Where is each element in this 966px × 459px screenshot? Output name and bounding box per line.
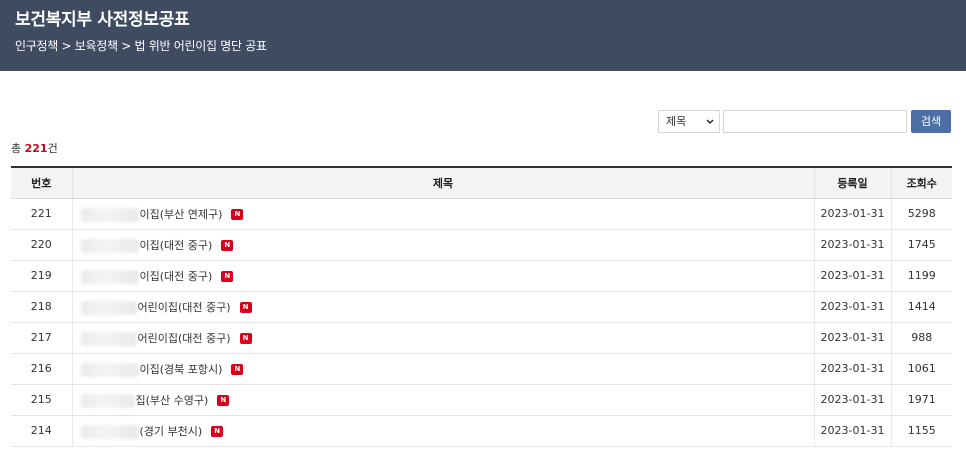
new-badge: N [231,364,244,375]
row-views: 1745 [890,229,952,261]
row-number: 219 [11,260,72,292]
column-header-title: 제목 [71,167,814,199]
row-title-link[interactable]: 이집(대전 중구) [140,239,213,252]
column-header-date: 등록일 [813,167,891,199]
total-prefix: 총 [11,142,22,155]
row-date: 2023-01-31 [813,229,891,261]
row-number: 215 [11,384,72,416]
row-title-link[interactable]: 집(부산 수영구) [136,394,209,407]
row-title-link[interactable]: (경기 부천시) [140,425,203,438]
row-number: 216 [11,353,72,385]
row-date: 2023-01-31 [813,291,891,323]
row-title-cell[interactable]: 어린이집(대전 중구) N [71,291,814,323]
row-views: 5298 [890,198,952,230]
table-row[interactable]: 218 어린이집(대전 중구) N 2023-01-31 1414 [11,291,952,323]
row-title-cell[interactable]: 집(부산 수영구) N [71,384,814,416]
table-row[interactable]: 217 어린이집(대전 중구) N 2023-01-31 988 [11,322,952,354]
new-badge: N [221,240,234,251]
row-title-cell[interactable]: (경기 부천시) N [71,415,814,447]
row-title-link[interactable]: 어린이집(대전 중구) [138,332,231,345]
page-header: 보건복지부 사전정보공표 인구정책 > 보육정책 > 법 위반 어린이집 명단 … [0,0,966,71]
row-title-cell[interactable]: 이집(대전 중구) N [71,260,814,292]
row-number: 220 [11,229,72,261]
row-title-link[interactable]: 이집(부산 연제구) [140,208,223,221]
search-button[interactable]: 검색 [911,110,951,133]
table-row[interactable]: 214 (경기 부천시) N 2023-01-31 1155 [11,415,952,447]
row-views: 1061 [890,353,952,385]
table-row[interactable]: 216 이집(경북 포항시) N 2023-01-31 1061 [11,353,952,385]
row-date: 2023-01-31 [813,260,891,292]
row-date: 2023-01-31 [813,415,891,447]
column-header-number: 번호 [11,167,72,199]
table-header-row: 번호 제목 등록일 조회수 [11,167,952,199]
notice-table: 번호 제목 등록일 조회수 221 이집(부산 연제구) N 2023-01-31 52… [11,166,952,447]
search-field-select[interactable]: 제목 [658,110,720,133]
page-title: 보건복지부 사전정보공표 [15,10,190,30]
table-body: 221 이집(부산 연제구) N 2023-01-31 5298 220 이집(대전 중구)… [11,198,952,447]
row-views: 988 [890,322,952,354]
row-views: 1199 [890,260,952,292]
total-suffix: 건 [47,142,58,155]
row-views: 1155 [890,415,952,447]
chevron-down-icon [706,119,714,124]
breadcrumb[interactable]: 인구정책 > 보육정책 > 법 위반 어린이집 명단 공표 [15,37,267,54]
new-badge: N [217,395,230,406]
redacted-name [80,362,139,377]
new-badge: N [239,302,252,313]
search-input[interactable] [723,110,907,133]
row-date: 2023-01-31 [813,384,891,416]
row-title-link[interactable]: 이집(경북 포항시) [140,363,223,376]
row-number: 217 [11,322,72,354]
redacted-name [80,331,137,346]
row-date: 2023-01-31 [813,322,891,354]
row-title-cell[interactable]: 이집(대전 중구) N [71,229,814,261]
redacted-name [80,207,139,222]
row-date: 2023-01-31 [813,353,891,385]
table-row[interactable]: 221 이집(부산 연제구) N 2023-01-31 5298 [11,198,952,230]
row-title-cell[interactable]: 어린이집(대전 중구) N [71,322,814,354]
new-badge: N [221,271,234,282]
row-views: 1414 [890,291,952,323]
column-header-views: 조회수 [890,167,952,199]
row-views: 1971 [890,384,952,416]
total-number: 221 [24,142,48,155]
new-badge: N [231,209,244,220]
redacted-name [80,300,137,315]
table-row[interactable]: 215 집(부산 수영구) N 2023-01-31 1971 [11,384,952,416]
row-title-cell[interactable]: 이집(부산 연제구) N [71,198,814,230]
row-title-link[interactable]: 이집(대전 중구) [140,270,213,283]
redacted-name [80,393,135,408]
new-badge: N [211,426,224,437]
table-row[interactable]: 220 이집(대전 중구) N 2023-01-31 1745 [11,229,952,261]
row-number: 221 [11,198,72,230]
new-badge: N [239,333,252,344]
redacted-name [80,238,139,253]
row-number: 214 [11,415,72,447]
search-field-select-value: 제목 [666,115,687,128]
redacted-name [80,269,139,284]
row-number: 218 [11,291,72,323]
redacted-name [80,424,139,439]
row-title-cell[interactable]: 이집(경북 포항시) N [71,353,814,385]
row-title-link[interactable]: 어린이집(대전 중구) [138,301,231,314]
total-count: 총 221건 [11,140,58,156]
table-row[interactable]: 219 이집(대전 중구) N 2023-01-31 1199 [11,260,952,292]
row-date: 2023-01-31 [813,198,891,230]
